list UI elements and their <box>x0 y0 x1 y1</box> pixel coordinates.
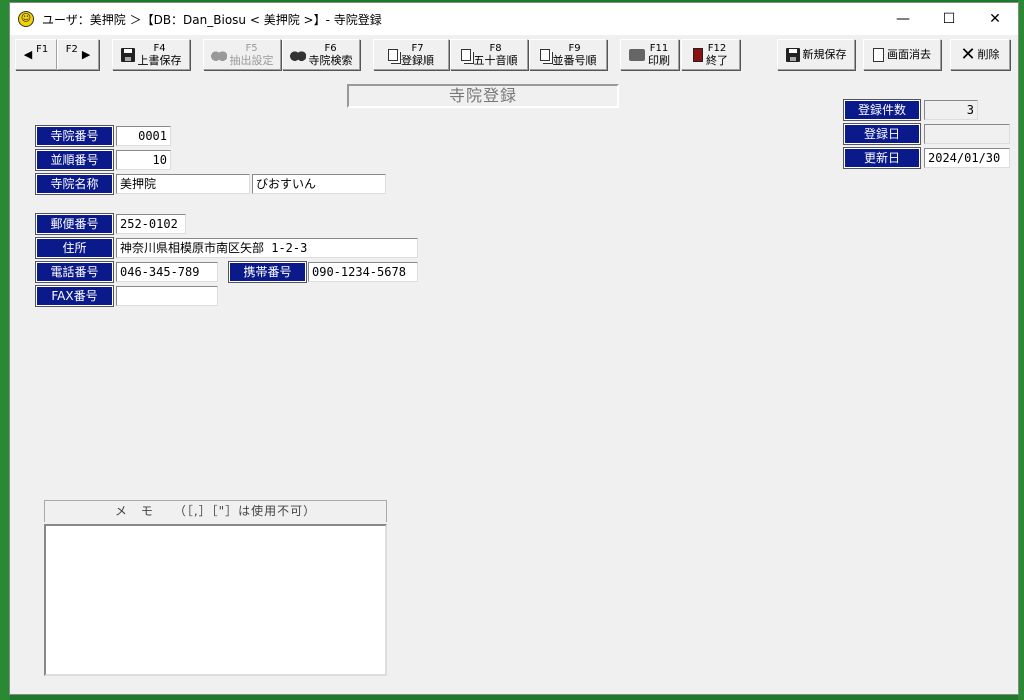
address-label: 住所 <box>35 237 114 259</box>
updated-date-label: 更新日 <box>843 147 921 169</box>
minimize-button[interactable]: — <box>880 3 926 35</box>
postal-code-field[interactable]: 252-0102 <box>116 214 186 234</box>
updated-date-value: 2024/01/30 <box>924 148 1010 168</box>
documents-icon <box>460 48 471 61</box>
floppy-disk-icon <box>785 47 800 62</box>
mobile-label: 携帯番号 <box>228 261 307 283</box>
order-number-field[interactable]: 10 <box>116 150 171 170</box>
postal-code-label: 郵便番号 <box>35 213 114 235</box>
mobile-field[interactable]: 090-1234-5678 <box>308 262 418 282</box>
form-area: 寺院登録 登録件数 3 登録日 更新日 2024/01/30 寺院番号 0001… <box>10 73 1018 694</box>
binoculars-icon <box>210 48 227 61</box>
new-save-button[interactable]: 新規保存 <box>777 39 855 70</box>
binoculars-icon <box>289 48 306 61</box>
blank-document-icon <box>873 47 884 62</box>
registered-date-value <box>924 124 1010 144</box>
f7-registration-order-button[interactable]: F7 登録順 <box>373 39 449 70</box>
order-number-label: 並順番号 <box>35 149 114 171</box>
window-title: ユーザ：美押院 ＞【DB：Dan_Biosu < 美押院 >】- 寺院登録 <box>42 12 382 27</box>
record-count-label: 登録件数 <box>843 99 921 121</box>
floppy-disk-icon <box>120 47 135 62</box>
memo-textarea[interactable] <box>44 524 387 676</box>
temple-name-kana-field[interactable]: びおすいん <box>252 174 386 194</box>
title-bar[interactable]: ☺ ユーザ：美押院 ＞【DB：Dan_Biosu < 美押院 >】- 寺院登録 … <box>10 3 1018 35</box>
f1-prev-button[interactable]: ◀ F1 <box>15 39 57 70</box>
printer-icon <box>629 48 645 61</box>
address-field[interactable]: 神奈川県相模原市南区矢部 1-2-3 <box>116 238 418 258</box>
record-count-value: 3 <box>924 100 978 120</box>
right-arrow-icon: ▶ <box>81 48 91 61</box>
fax-label: FAX番号 <box>35 285 114 307</box>
registered-date-label: 登録日 <box>843 123 921 145</box>
temple-name-field[interactable]: 美押院 <box>116 174 250 194</box>
documents-icon <box>539 48 550 61</box>
phone-label: 電話番号 <box>35 261 114 283</box>
f9-number-order-button[interactable]: F9 並番号順 <box>529 39 607 70</box>
documents-icon <box>388 48 398 61</box>
left-arrow-icon: ◀ <box>23 48 33 61</box>
f6-temple-search-button[interactable]: F6 寺院検索 <box>282 39 360 70</box>
toolbar: ◀ F1 F2 ▶ F4 上書保存 F5 抽出設定 F6 寺院検索 F7 登録順 F8 五… <box>10 35 1018 73</box>
fax-field[interactable] <box>116 286 218 306</box>
clear-screen-button[interactable]: 画面消去 <box>863 39 941 70</box>
page-title: 寺院登録 <box>347 84 619 108</box>
phone-field[interactable]: 046-345-789 <box>116 262 218 282</box>
app-window: ☺ ユーザ：美押院 ＞【DB：Dan_Biosu < 美押院 >】- 寺院登録 … <box>9 2 1019 695</box>
f12-exit-button[interactable]: F12 終了 <box>681 39 740 70</box>
maximize-button[interactable]: ☐ <box>926 3 972 35</box>
memo-header: メ モ （［,］［"］は使用不可） <box>44 500 387 522</box>
f4-overwrite-save-button[interactable]: F4 上書保存 <box>112 39 190 70</box>
delete-x-icon: ✕ <box>960 43 976 65</box>
exit-door-icon <box>693 47 703 62</box>
f11-print-button[interactable]: F11 印刷 <box>620 39 679 70</box>
f8-kana-order-button[interactable]: F8 五十音順 <box>450 39 528 70</box>
temple-name-label: 寺院名称 <box>35 173 114 195</box>
temple-number-label: 寺院番号 <box>35 125 114 147</box>
f5-extract-settings-button[interactable]: F5 抽出設定 <box>203 39 281 70</box>
temple-number-field[interactable]: 0001 <box>116 126 171 146</box>
f2-next-button[interactable]: F2 ▶ <box>57 39 99 70</box>
smiley-icon: ☺ <box>18 11 34 27</box>
close-button[interactable]: ✕ <box>972 3 1018 35</box>
delete-button[interactable]: ✕ 削除 <box>950 39 1010 70</box>
